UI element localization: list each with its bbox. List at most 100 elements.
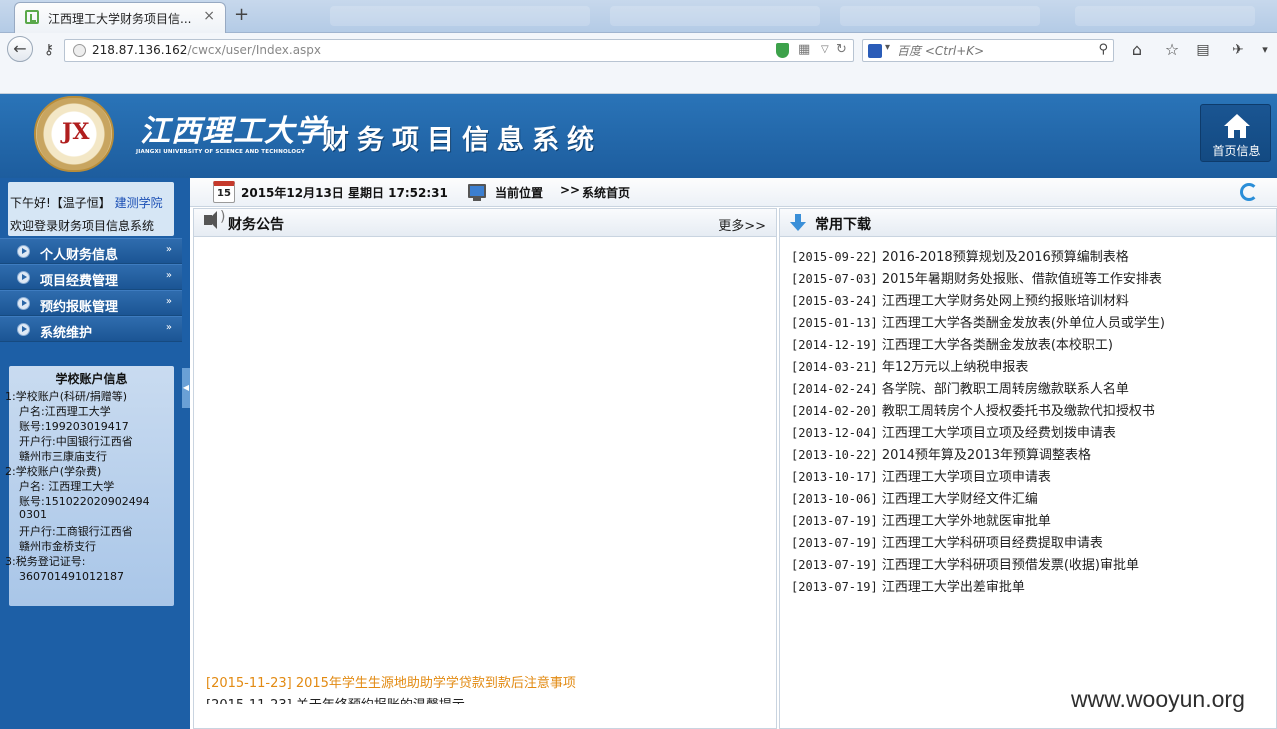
browser-tabstrip: 江西理工大学财务项目信... × + (0, 0, 1277, 33)
download-title[interactable]: 江西理工大学出差审批单 (882, 580, 1025, 595)
download-title[interactable]: 江西理工大学科研项目经费提取申请表 (882, 536, 1103, 551)
download-item[interactable]: [2015-01-13] 江西理工大学各类酬金发放表(外单位人员或学生) (791, 312, 1165, 334)
breadcrumb-separator: >> (560, 183, 581, 197)
shield-icon[interactable] (776, 43, 789, 58)
star-icon[interactable]: ☆ (1159, 38, 1185, 62)
download-title[interactable]: 江西理工大学项目立项及经费划拨申请表 (882, 426, 1116, 441)
search-bar[interactable]: ▾ ⚲ (862, 39, 1114, 62)
notice-list: [2015-11-23] 2015年学生生源地助助学学贷款到款后注意事项 [20… (206, 672, 576, 704)
refresh-icon[interactable] (1240, 183, 1258, 201)
download-title[interactable]: 江西理工大学科研项目预借发票(收据)审批单 (882, 558, 1139, 573)
bullet-icon (17, 245, 30, 258)
download-item[interactable]: [2013-10-06] 江西理工大学财经文件汇编 (791, 488, 1165, 510)
chevron-down-icon: » (165, 322, 172, 333)
account-line: 账号:199203019417 (19, 420, 129, 433)
account-line: 户名: 江西理工大学 (19, 480, 115, 493)
panel-header: 财务公告 更多>> (194, 209, 776, 237)
dropdown-icon[interactable]: ▽ (821, 44, 829, 55)
active-tab[interactable]: 江西理工大学财务项目信... × (14, 2, 226, 33)
sidebar-item-project-funds[interactable]: 项目经费管理 » (0, 264, 182, 290)
notice-item[interactable]: [2015-11-23] 2015年学生生源地助助学学贷款到款后注意事项 (206, 672, 576, 694)
download-title[interactable]: 2016-2018预算规划及2016预算编制表格 (882, 250, 1129, 265)
download-item[interactable]: [2014-02-20] 教职工周转房个人授权委托书及缴款代扣授权书 (791, 400, 1165, 422)
download-item[interactable]: [2013-07-19] 江西理工大学科研项目经费提取申请表 (791, 532, 1165, 554)
download-title[interactable]: 江西理工大学各类酬金发放表(外单位人员或学生) (882, 316, 1165, 331)
download-title[interactable]: 各学院、部门教职工周转房缴款联系人名单 (882, 382, 1129, 397)
home-icon[interactable]: ⌂ (1124, 38, 1150, 62)
panel-title: 财务公告 (228, 217, 284, 233)
search-icon[interactable]: ⚲ (1098, 42, 1108, 57)
more-link[interactable]: 更多>> (718, 215, 766, 234)
account-line: 1:学校账户(科研/捐赠等) (5, 390, 127, 403)
panel-title: 常用下载 (815, 217, 871, 233)
download-title[interactable]: 2015年暑期财务处报账、借款值班等工作安排表 (882, 272, 1162, 287)
greeting-line: 下午好!【温子恒】 建测学院 (10, 194, 174, 211)
sidebar-item-reimbursement[interactable]: 预约报账管理 » (0, 290, 182, 316)
download-title[interactable]: 2014预年算及2013年预算调整表格 (882, 448, 1091, 463)
account-line: 360701491012187 (19, 570, 124, 583)
home-info-button[interactable]: 首页信息 (1200, 104, 1271, 162)
download-title[interactable]: 年12万元以上纳税申报表 (882, 360, 1029, 375)
download-item[interactable]: [2015-03-24] 江西理工大学财务处网上预约报账培训材料 (791, 290, 1165, 312)
background-tab[interactable] (330, 6, 590, 26)
download-date: [2013-10-22] (791, 448, 878, 462)
qr-icon[interactable]: ▦ (798, 42, 810, 57)
account-line: 开户行:中国银行江西省 (19, 435, 133, 448)
url-text[interactable]: 218.87.136.162/cwcx/user/Index.aspx (92, 43, 321, 57)
search-engine-icon[interactable] (868, 44, 882, 58)
account-line: 2:学校账户(学杂费) (5, 465, 102, 478)
site-favicon-icon (25, 10, 39, 24)
search-input[interactable] (897, 43, 1087, 59)
download-item[interactable]: [2014-03-21] 年12万元以上纳税申报表 (791, 356, 1165, 378)
download-date: [2014-02-24] (791, 382, 878, 396)
account-line: 赣州市金桥支行 (19, 540, 96, 553)
download-title[interactable]: 教职工周转房个人授权委托书及缴款代扣授权书 (882, 404, 1155, 419)
sidebar-item-system[interactable]: 系统维护 » (0, 316, 182, 342)
bullet-icon (17, 323, 30, 336)
reload-icon[interactable]: ↻ (836, 42, 847, 57)
speaker-icon (204, 209, 225, 229)
download-item[interactable]: [2014-02-24] 各学院、部门教职工周转房缴款联系人名单 (791, 378, 1165, 400)
download-item[interactable]: [2013-12-04] 江西理工大学项目立项及经费划拨申请表 (791, 422, 1165, 444)
background-tab[interactable] (1075, 6, 1255, 26)
download-item[interactable]: [2013-07-19] 江西理工大学出差审批单 (791, 576, 1165, 598)
tab-close-icon[interactable]: × (203, 8, 215, 24)
notice-item[interactable]: [2015-11-23] 关于年终预约报账的温馨提示 (206, 694, 576, 704)
chevron-down-icon: » (165, 244, 172, 255)
library-icon[interactable]: ▤ (1190, 38, 1216, 62)
download-item[interactable]: [2013-07-19] 江西理工大学外地就医审批单 (791, 510, 1165, 532)
key-icon[interactable]: ⚷ (36, 38, 62, 62)
download-item[interactable]: [2014-12-19] 江西理工大学各类酬金发放表(本校职工) (791, 334, 1165, 356)
back-icon[interactable]: ← (7, 36, 33, 62)
current-datetime: 2015年12月13日 星期日 17:52:31 (241, 186, 448, 200)
download-title[interactable]: 江西理工大学各类酬金发放表(本校职工) (882, 338, 1113, 353)
chevron-down-icon[interactable]: ▾ (885, 42, 890, 53)
extension-icon[interactable]: ✈ (1225, 38, 1251, 62)
left-sidebar: 下午好!【温子恒】 建测学院 欢迎登录财务项目信息系统 个人财务信息 » 项目经… (0, 178, 190, 729)
url-host: 218.87.136.162 (92, 43, 188, 57)
background-tab[interactable] (840, 6, 1040, 26)
download-date: [2015-09-22] (791, 250, 878, 264)
new-tab-button[interactable]: + (234, 4, 249, 25)
download-title[interactable]: 江西理工大学财务处网上预约报账培训材料 (882, 294, 1129, 309)
download-item[interactable]: [2013-07-19] 江西理工大学科研项目预借发票(收据)审批单 (791, 554, 1165, 576)
sidebar-item-personal-finance[interactable]: 个人财务信息 » (0, 238, 182, 264)
download-item[interactable]: [2013-10-17] 江西理工大学项目立项申请表 (791, 466, 1165, 488)
welcome-text: 欢迎登录财务项目信息系统 (10, 219, 155, 233)
download-title[interactable]: 江西理工大学外地就医审批单 (882, 514, 1051, 529)
background-tab[interactable] (610, 6, 820, 26)
download-item[interactable]: [2013-10-22] 2014预年算及2013年预算调整表格 (791, 444, 1165, 466)
download-title[interactable]: 江西理工大学财经文件汇编 (882, 492, 1038, 507)
account-line: 赣州市三康庙支行 (19, 450, 107, 463)
download-date: [2013-07-19] (791, 580, 878, 594)
download-item[interactable]: [2015-07-03] 2015年暑期财务处报账、借款值班等工作安排表 (791, 268, 1165, 290)
download-title[interactable]: 江西理工大学项目立项申请表 (882, 470, 1051, 485)
tab-title: 江西理工大学财务项目信... (48, 12, 192, 26)
account-line: 0301 (19, 508, 47, 521)
url-bar[interactable]: 218.87.136.162/cwcx/user/Index.aspx ▦ ▽ … (64, 39, 854, 62)
sidebar-collapse-handle[interactable]: ◀ (182, 368, 190, 408)
sidebar-item-label: 项目经费管理 (40, 274, 119, 289)
content-toolbar: 15 2015年12月13日 星期日 17:52:31 当前位置 >> 系统首页 (190, 178, 1277, 207)
menu-icon[interactable]: ▾ (1252, 38, 1277, 62)
download-item[interactable]: [2015-09-22] 2016-2018预算规划及2016预算编制表格 (791, 246, 1165, 268)
